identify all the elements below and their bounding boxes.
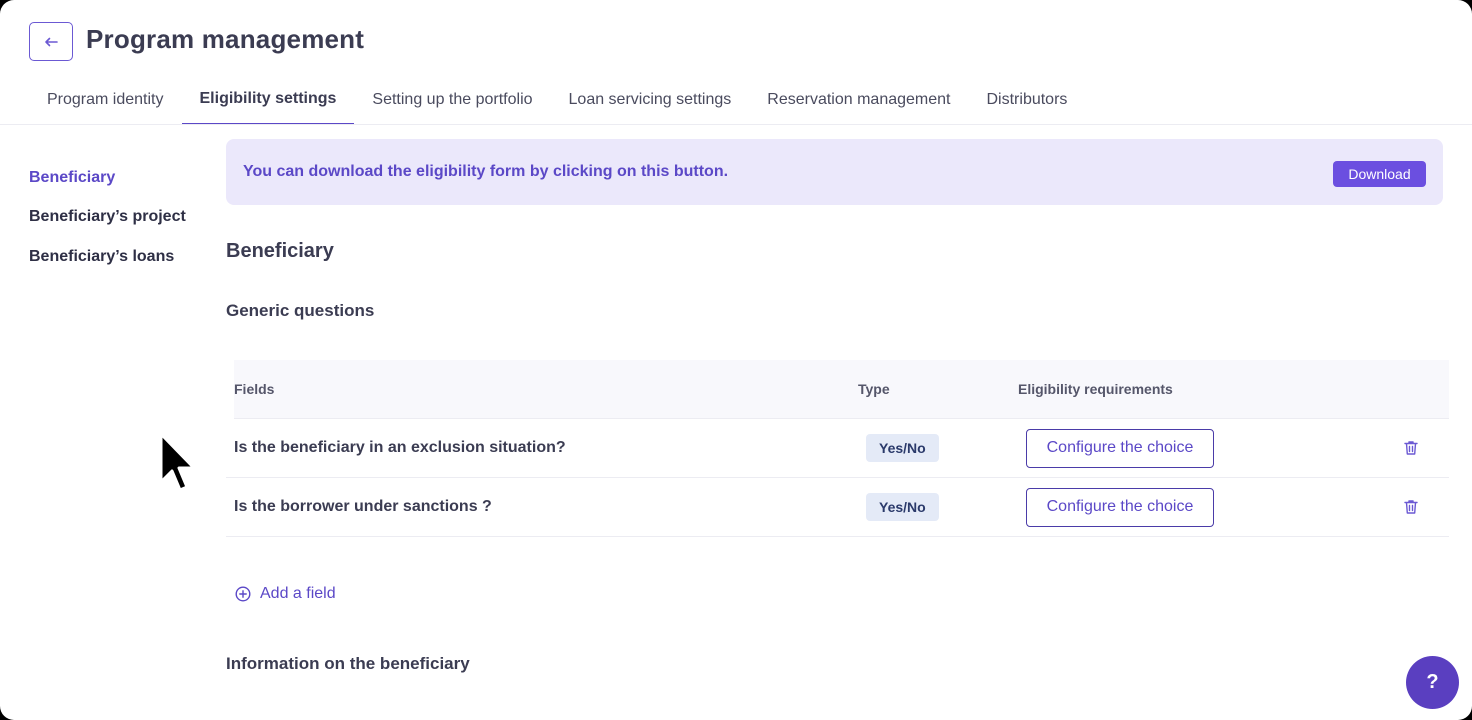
- tab-reservation-management[interactable]: Reservation management: [749, 74, 968, 125]
- trash-icon: [1404, 441, 1418, 455]
- header-eligibility: Eligibility requirements: [1018, 381, 1173, 397]
- table-header: Fields Type Eligibility requirements: [234, 360, 1449, 419]
- tab-program-identity[interactable]: Program identity: [29, 74, 182, 125]
- delete-row-button[interactable]: [1404, 499, 1418, 515]
- field-name: Is the beneficiary in an exclusion situa…: [234, 439, 566, 456]
- add-field-label: Add a field: [260, 585, 336, 602]
- tab-eligibility-settings[interactable]: Eligibility settings: [181, 74, 355, 125]
- field-name: Is the borrower under sanctions ?: [234, 498, 492, 515]
- side-nav: Beneficiary Beneficiary’s project Benefi…: [29, 158, 209, 277]
- side-nav-item-beneficiary[interactable]: Beneficiary: [29, 158, 209, 198]
- fields-table: Fields Type Eligibility requirements Is …: [226, 360, 1449, 537]
- arrow-left-icon: [45, 37, 58, 46]
- side-nav-item-beneficiary-project[interactable]: Beneficiary’s project: [29, 198, 209, 238]
- type-badge: Yes/No: [866, 434, 939, 462]
- tab-distributors[interactable]: Distributors: [969, 74, 1086, 125]
- banner-text: You can download the eligibility form by…: [243, 163, 729, 180]
- add-field-button[interactable]: Add a field: [235, 585, 336, 603]
- help-button[interactable]: ?: [1406, 656, 1459, 709]
- download-button[interactable]: Download: [1333, 161, 1426, 187]
- side-nav-item-beneficiary-loans[interactable]: Beneficiary’s loans: [29, 237, 209, 277]
- generic-questions-title: Generic questions: [226, 301, 375, 320]
- table-row: Is the borrower under sanctions ? Yes/No…: [226, 478, 1449, 537]
- type-badge: Yes/No: [866, 493, 939, 521]
- delete-row-button[interactable]: [1404, 440, 1418, 456]
- configure-choice-button[interactable]: Configure the choice: [1026, 428, 1214, 468]
- header-type: Type: [858, 381, 890, 397]
- back-button[interactable]: [29, 22, 73, 61]
- section-title: Beneficiary: [226, 240, 334, 262]
- page-title: Program management: [86, 24, 365, 54]
- plus-circle-icon: [235, 586, 251, 602]
- download-banner: You can download the eligibility form by…: [226, 139, 1443, 205]
- configure-choice-button[interactable]: Configure the choice: [1026, 487, 1214, 527]
- tabs-divider: [0, 124, 1472, 125]
- mouse-cursor-icon: [159, 432, 196, 492]
- trash-icon: [1404, 500, 1418, 514]
- tab-loan-servicing-settings[interactable]: Loan servicing settings: [551, 74, 750, 125]
- tab-bar: Program identity Eligibility settings Se…: [29, 74, 1085, 126]
- tab-setting-up-portfolio[interactable]: Setting up the portfolio: [354, 74, 550, 125]
- app-window: Program management Program identity Elig…: [0, 0, 1472, 720]
- information-beneficiary-title: Information on the beneficiary: [226, 654, 470, 673]
- table-row: Is the beneficiary in an exclusion situa…: [226, 419, 1449, 478]
- header-fields: Fields: [234, 381, 275, 397]
